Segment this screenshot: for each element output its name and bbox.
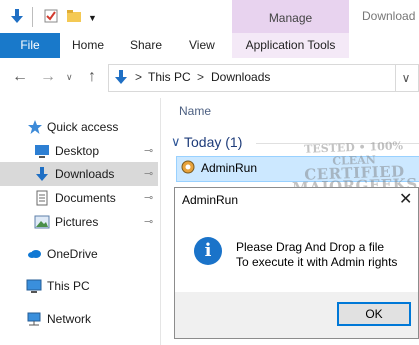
nav-item-network[interactable]: Network [0, 307, 160, 331]
dialog-title: AdminRun [182, 193, 239, 207]
file-name[interactable]: AdminRun [201, 161, 257, 175]
close-icon[interactable]: ✕ [399, 189, 412, 209]
desktop-icon [35, 145, 49, 158]
nav-item-desktop[interactable]: Desktop ⊸ [0, 139, 160, 163]
pin-icon[interactable]: ⊸ [144, 186, 153, 210]
pane-divider[interactable] [160, 98, 161, 345]
title-bar [0, 0, 419, 33]
nav-label: Network [47, 312, 92, 326]
nav-label: Documents [55, 191, 116, 205]
address-dropdown-button[interactable]: ∨ [394, 64, 419, 92]
nav-label: Downloads [55, 167, 115, 181]
toolbar-divider [32, 7, 33, 27]
breadcrumb-separator[interactable]: > [197, 70, 204, 84]
computer-icon [26, 279, 42, 293]
up-arrow-icon[interactable]: ↑ [88, 68, 96, 86]
column-header-name[interactable]: Name [179, 104, 211, 118]
pin-icon[interactable]: ⊸ [144, 139, 153, 163]
chevron-down-icon[interactable]: ∨ [171, 134, 181, 150]
recent-locations-icon[interactable]: ∨ [66, 72, 73, 83]
pin-icon[interactable]: ⊸ [144, 210, 153, 234]
download-arrow-icon [115, 70, 127, 84]
tab-home[interactable]: Home [72, 33, 104, 58]
group-header-today[interactable]: Today (1) [184, 134, 242, 150]
nav-label: Quick access [47, 120, 119, 134]
app-icon [181, 160, 195, 174]
nav-item-pictures[interactable]: Pictures ⊸ [0, 210, 160, 234]
nav-item-downloads[interactable]: Downloads ⊸ [0, 162, 160, 186]
tab-view[interactable]: View [189, 33, 215, 58]
nav-label: Desktop [55, 144, 100, 158]
nav-item-onedrive[interactable]: OneDrive [0, 242, 160, 266]
breadcrumb-separator[interactable]: > [135, 70, 142, 84]
info-icon: i [194, 237, 222, 265]
breadcrumb-downloads[interactable]: Downloads [211, 70, 270, 84]
download-arrow-icon[interactable] [9, 8, 25, 24]
back-arrow-icon[interactable]: ← [12, 68, 28, 86]
properties-icon[interactable] [43, 8, 59, 24]
nav-item-quick-access[interactable]: Quick access [0, 115, 160, 139]
tab-file[interactable]: File [0, 33, 60, 58]
forward-arrow-icon[interactable]: → [40, 68, 56, 86]
tab-application-tools[interactable]: Application Tools [232, 33, 349, 59]
nav-label: Pictures [55, 215, 99, 229]
pictures-icon [34, 215, 50, 229]
cloud-icon [28, 250, 41, 258]
manage-tab[interactable]: Manage [232, 0, 349, 33]
window-title: Download [362, 9, 416, 23]
breadcrumb-this-pc[interactable]: This PC [148, 70, 191, 84]
nav-item-this-pc[interactable]: This PC [0, 274, 160, 298]
nav-label: OneDrive [47, 247, 98, 261]
dialog-message-line: To execute it with Admin rights [236, 255, 398, 269]
download-arrow-icon [36, 167, 48, 181]
dialog-message-line: Please Drag And Drop a file [236, 240, 385, 254]
document-icon [36, 190, 48, 206]
star-icon [28, 120, 42, 134]
nav-item-documents[interactable]: Documents ⊸ [0, 186, 160, 210]
nav-label: This PC [47, 279, 90, 293]
new-folder-icon[interactable] [66, 8, 82, 24]
ok-button[interactable]: OK [337, 302, 411, 326]
pin-icon[interactable]: ⊸ [144, 162, 153, 186]
customize-toolbar-icon[interactable]: ▼ [88, 13, 97, 23]
network-icon [27, 312, 41, 326]
tab-share[interactable]: Share [130, 33, 162, 58]
